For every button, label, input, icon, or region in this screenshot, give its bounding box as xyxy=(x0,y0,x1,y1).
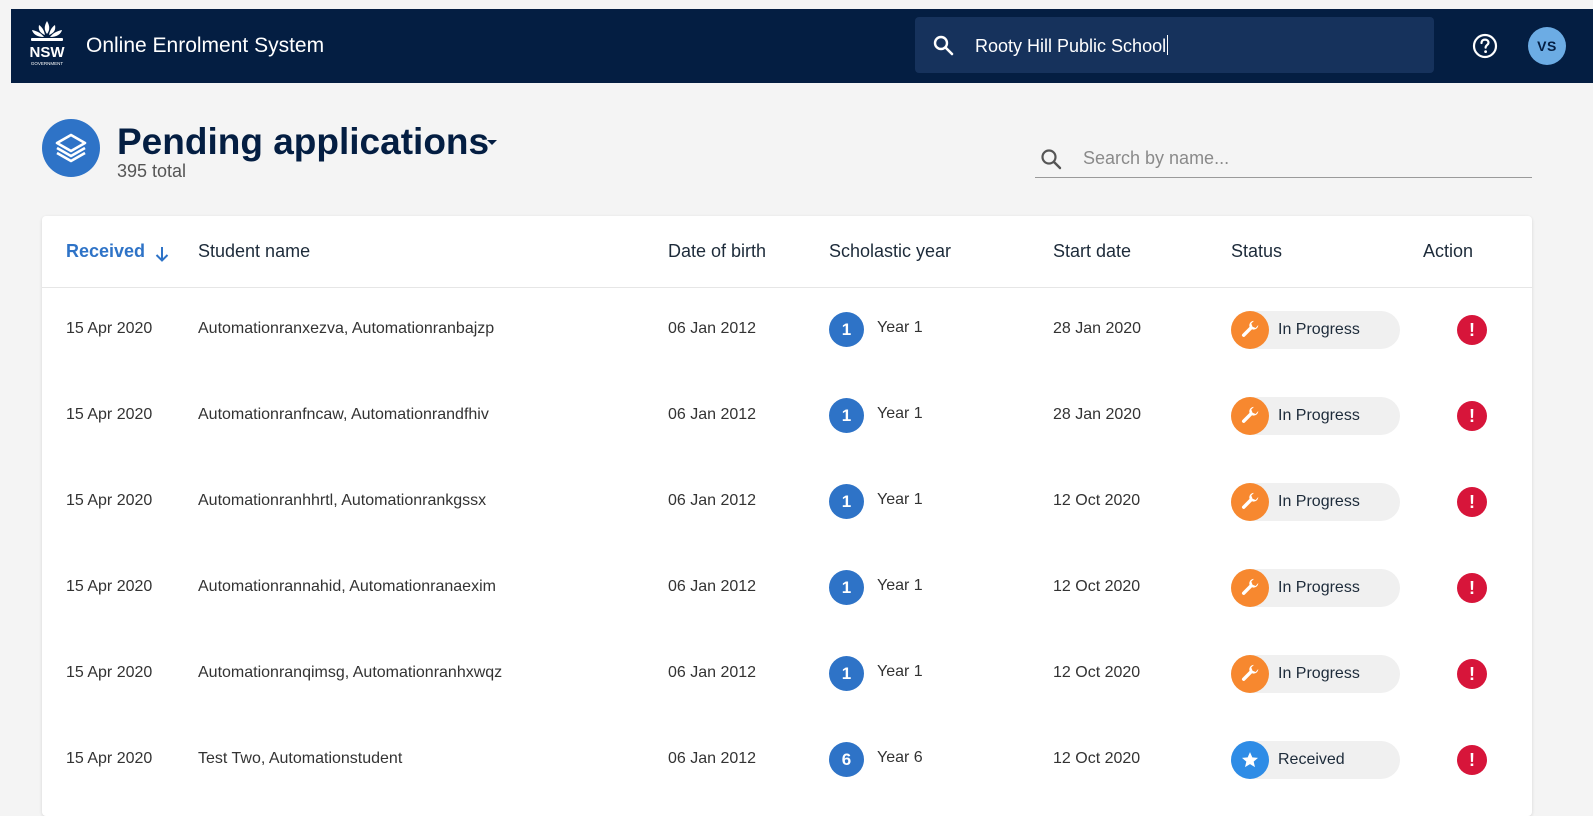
help-icon[interactable] xyxy=(1472,33,1498,59)
alert-icon[interactable]: ! xyxy=(1457,401,1487,431)
table-row[interactable]: 15 Apr 2020 Automationrannahid, Automati… xyxy=(42,545,1532,631)
received-date: 15 Apr 2020 xyxy=(66,406,153,423)
school-search-input[interactable]: Rooty Hill Public School xyxy=(975,35,1169,57)
status-label: In Progress xyxy=(1278,321,1360,338)
student-name: Automationrannahid, Automationranaexim xyxy=(198,578,496,595)
star-icon xyxy=(1231,741,1269,779)
year-label: Year 1 xyxy=(877,319,923,336)
status-badge: In Progress xyxy=(1231,397,1400,435)
student-name: Automationranxezva, Automationranbajzp xyxy=(198,320,495,337)
table-row[interactable]: 15 Apr 2020 Automationranfncaw, Automati… xyxy=(42,373,1532,459)
user-avatar[interactable]: VS xyxy=(1528,27,1566,65)
wrench-icon xyxy=(1231,397,1269,435)
status-badge: In Progress xyxy=(1231,655,1400,693)
received-date: 15 Apr 2020 xyxy=(66,750,153,767)
start-date: 12 Oct 2020 xyxy=(1053,578,1141,595)
year-label: Year 6 xyxy=(877,749,923,766)
received-date: 15 Apr 2020 xyxy=(66,664,153,681)
date-of-birth: 06 Jan 2012 xyxy=(668,578,757,595)
nsw-logo[interactable]: NSW GOVERNMENT xyxy=(25,19,69,69)
app-frame: NSW GOVERNMENT Online Enrolment System R… xyxy=(11,9,1593,816)
top-bar: NSW GOVERNMENT Online Enrolment System R… xyxy=(11,9,1593,83)
table-row[interactable]: 15 Apr 2020 Test Two, Automationstudent … xyxy=(42,717,1532,803)
status-badge: In Progress xyxy=(1231,311,1400,349)
wrench-icon xyxy=(1231,655,1269,693)
student-name: Automationranqimsg, Automationranhxwqz xyxy=(198,664,503,681)
column-header-status[interactable]: Status xyxy=(1231,241,1282,262)
status-badge: Received xyxy=(1231,741,1400,779)
column-header-scholastic-year[interactable]: Scholastic year xyxy=(829,241,951,262)
alert-icon[interactable]: ! xyxy=(1457,487,1487,517)
logo-subtext: GOVERNMENT xyxy=(31,61,64,66)
total-count: 395 total xyxy=(117,161,187,181)
alert-icon[interactable]: ! xyxy=(1457,659,1487,689)
name-search[interactable] xyxy=(1035,137,1532,178)
status-label: In Progress xyxy=(1278,493,1360,510)
search-icon xyxy=(1041,149,1062,170)
text-caret xyxy=(1167,35,1169,55)
layers-icon xyxy=(42,119,100,177)
received-date: 15 Apr 2020 xyxy=(66,492,153,509)
date-of-birth: 06 Jan 2012 xyxy=(668,406,757,423)
column-header-date-of-birth[interactable]: Date of birth xyxy=(668,241,766,262)
student-name: Test Two, Automationstudent xyxy=(198,750,403,767)
year-badge: 1 xyxy=(829,484,864,519)
column-header-received[interactable]: Received xyxy=(66,241,145,262)
received-date: 15 Apr 2020 xyxy=(66,320,153,337)
column-header-action: Action xyxy=(1423,241,1474,261)
school-search-value: Rooty Hill Public School xyxy=(975,36,1167,56)
status-badge: In Progress xyxy=(1231,569,1400,607)
start-date: 12 Oct 2020 xyxy=(1053,492,1141,509)
status-label: In Progress xyxy=(1278,579,1360,596)
date-of-birth: 06 Jan 2012 xyxy=(668,320,757,337)
applications-table: Received Student name Date of birth Scho… xyxy=(42,216,1532,816)
start-date: 12 Oct 2020 xyxy=(1053,750,1141,767)
table-row[interactable]: 15 Apr 2020 Automationranqimsg, Automati… xyxy=(42,631,1532,717)
alert-icon[interactable]: ! xyxy=(1457,745,1487,775)
alert-icon[interactable]: ! xyxy=(1457,573,1487,603)
year-label: Year 1 xyxy=(877,577,923,594)
alert-icon[interactable]: ! xyxy=(1457,315,1487,345)
column-header-student-name[interactable]: Student name xyxy=(198,241,310,262)
arrow-down-icon[interactable] xyxy=(154,245,170,263)
start-date: 28 Jan 2020 xyxy=(1053,320,1142,337)
page-title[interactable]: Pending applications xyxy=(117,121,489,163)
table-row[interactable]: 15 Apr 2020 Automationranxezva, Automati… xyxy=(42,287,1532,373)
status-badge: In Progress xyxy=(1231,483,1400,521)
search-icon xyxy=(933,35,954,56)
table-header: Received Student name Date of birth Scho… xyxy=(42,216,1532,288)
year-badge: 1 xyxy=(829,656,864,691)
table-row[interactable]: 15 Apr 2020 Automationranhhrtl, Automati… xyxy=(42,459,1532,545)
wrench-icon xyxy=(1231,569,1269,607)
status-label: Received xyxy=(1278,751,1345,768)
student-name: Automationranhhrtl, Automationrankgssx xyxy=(198,492,487,509)
year-label: Year 1 xyxy=(877,405,923,422)
name-search-input[interactable] xyxy=(1081,145,1515,171)
wrench-icon xyxy=(1231,483,1269,521)
logo-text: NSW xyxy=(30,44,66,61)
date-of-birth: 06 Jan 2012 xyxy=(668,492,757,509)
year-badge: 6 xyxy=(829,742,864,777)
status-label: In Progress xyxy=(1278,665,1360,682)
year-badge: 1 xyxy=(829,398,864,433)
status-label: In Progress xyxy=(1278,407,1360,424)
chevron-down-icon[interactable] xyxy=(485,138,499,148)
start-date: 28 Jan 2020 xyxy=(1053,406,1142,423)
school-search[interactable]: Rooty Hill Public School xyxy=(915,17,1434,73)
date-of-birth: 06 Jan 2012 xyxy=(668,750,757,767)
app-title: Online Enrolment System xyxy=(86,34,325,57)
year-label: Year 1 xyxy=(877,491,923,508)
year-badge: 1 xyxy=(829,570,864,605)
year-badge: 1 xyxy=(829,312,864,347)
start-date: 12 Oct 2020 xyxy=(1053,664,1141,681)
wrench-icon xyxy=(1231,311,1269,349)
year-label: Year 1 xyxy=(877,663,923,680)
received-date: 15 Apr 2020 xyxy=(66,578,153,595)
student-name: Automationranfncaw, Automationrandfhiv xyxy=(198,406,489,423)
date-of-birth: 06 Jan 2012 xyxy=(668,664,757,681)
column-header-start-date[interactable]: Start date xyxy=(1053,241,1131,262)
